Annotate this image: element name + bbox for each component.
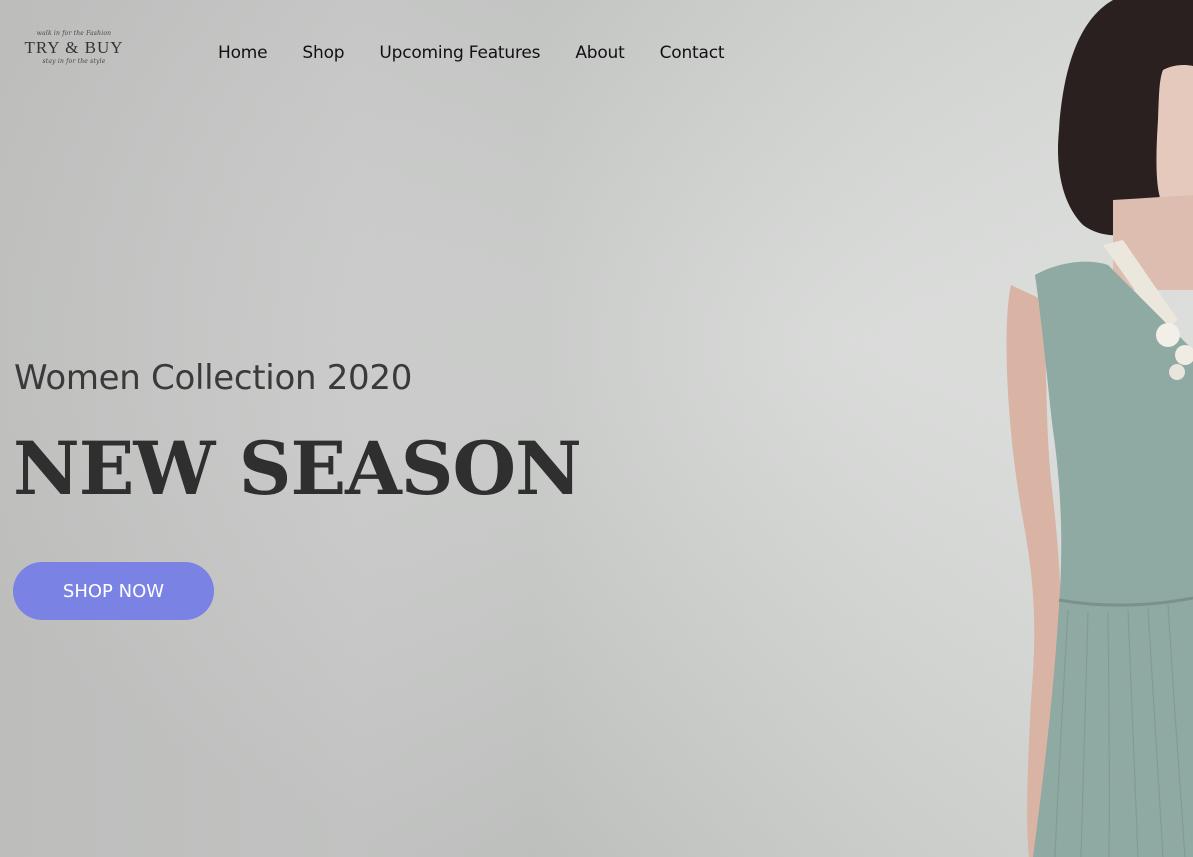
nav-item-upcoming-features[interactable]: Upcoming Features xyxy=(379,43,540,63)
nav-item-home[interactable]: Home xyxy=(218,43,268,63)
model-image xyxy=(1006,0,1193,857)
logo-tagline-bottom: stay in for the style xyxy=(42,58,106,65)
shop-now-button[interactable]: SHOP NOW xyxy=(13,562,214,620)
logo-wordmark: TRY & BUY xyxy=(24,38,124,57)
hero-subtitle: Women Collection 2020 xyxy=(14,358,413,398)
main-nav: Home Shop Upcoming Features About Contac… xyxy=(218,40,725,66)
logo-tagline-top: walk in for the Fashion xyxy=(36,30,112,37)
nav-item-contact[interactable]: Contact xyxy=(660,43,725,63)
brand-logo[interactable]: walk in for the Fashion TRY & BUY stay i… xyxy=(14,30,134,80)
hero-title: NEW SEASON xyxy=(13,426,582,512)
nav-item-about[interactable]: About xyxy=(575,43,624,63)
model-face xyxy=(1156,65,1193,213)
nav-item-shop[interactable]: Shop xyxy=(302,43,344,63)
